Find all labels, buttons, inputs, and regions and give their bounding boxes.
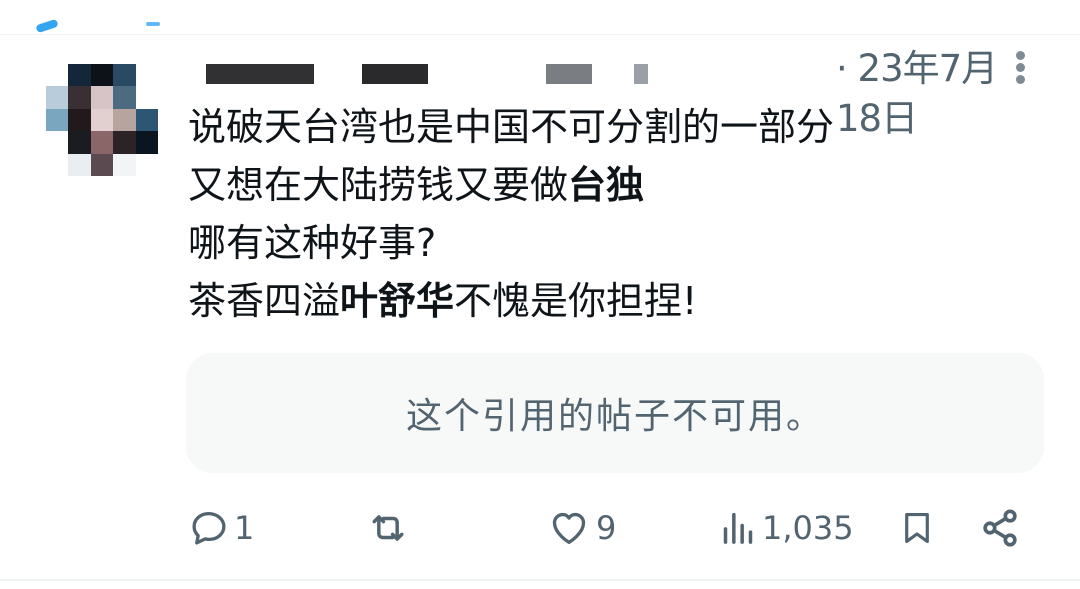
share-icon	[983, 509, 1017, 547]
post-text-line: 茶香四溢叶舒华不愧是你担捏!	[188, 272, 1048, 330]
redacted-display-name-2	[362, 64, 428, 84]
text-segment: 说破天台湾也是中国不可分割的一部分	[188, 105, 835, 149]
like-button[interactable]: 9	[546, 500, 616, 556]
repost-button[interactable]	[364, 500, 416, 556]
reply-count: 1	[234, 509, 255, 547]
divider	[0, 579, 1080, 581]
reply-button[interactable]: 1	[188, 500, 254, 556]
post-text-line: 说破天台湾也是中国不可分割的一部分	[188, 98, 1048, 156]
avatar[interactable]	[46, 64, 158, 176]
text-segment: 不愧是你担捏!	[454, 279, 698, 323]
quote-unavailable-text: 这个引用的帖子不可用。	[405, 396, 824, 437]
action-bar: 1 9 1,035	[0, 500, 1080, 556]
share-button[interactable]	[978, 500, 1022, 556]
bold-text: 叶舒华	[340, 279, 455, 323]
text-segment: 又想在大陆捞钱又要做	[188, 163, 569, 207]
post-text-line: 又想在大陆捞钱又要做台独	[188, 156, 1048, 214]
unavailable-quote-card: 这个引用的帖子不可用。	[186, 353, 1044, 473]
bookmark-icon	[905, 512, 929, 544]
thread-link-mark	[35, 18, 59, 34]
redacted-display-name[interactable]	[206, 64, 314, 84]
like-count: 9	[596, 509, 617, 547]
bookmark-button[interactable]	[898, 500, 936, 556]
redacted-handle-2	[634, 64, 648, 84]
redacted-handle[interactable]	[546, 64, 592, 84]
text-segment: 哪有这种好事?	[188, 221, 437, 265]
heart-icon	[552, 512, 586, 545]
post-header: · 23年7月18日	[196, 44, 1036, 140]
views-icon	[723, 512, 753, 544]
text-segment: 茶香四溢	[188, 279, 341, 323]
divider	[0, 34, 1080, 35]
reply-icon	[192, 511, 226, 545]
views-button[interactable]: 1,035	[718, 500, 854, 556]
repost-icon	[372, 515, 404, 541]
previous-post-edge	[0, 0, 1080, 34]
thread-link-mark-2	[146, 22, 160, 26]
more-options-icon[interactable]	[1014, 48, 1026, 88]
post-text: 说破天台湾也是中国不可分割的一部分 又想在大陆捞钱又要做台独 哪有这种好事? 茶香四溢…	[188, 98, 1048, 330]
views-count: 1,035	[762, 509, 854, 547]
bold-text: 台独	[568, 163, 645, 207]
post-text-line: 哪有这种好事?	[188, 214, 1048, 272]
